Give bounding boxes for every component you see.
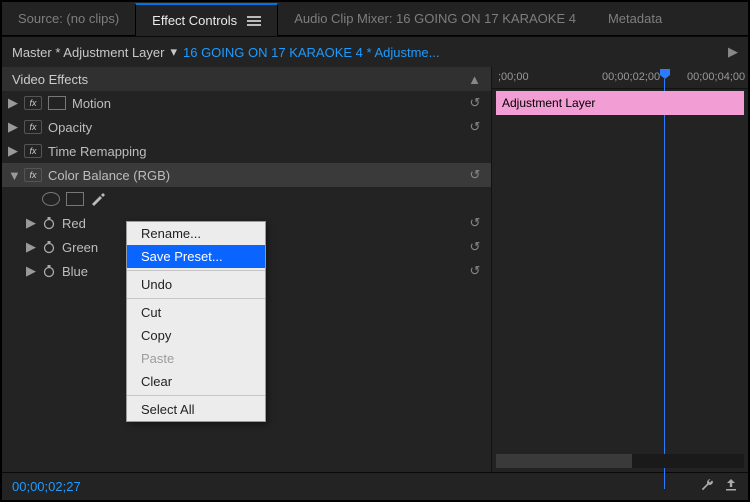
param-green-label: Green bbox=[62, 240, 98, 255]
tab-source-label: Source: (no clips) bbox=[18, 11, 119, 26]
effect-color-balance-label: Color Balance (RGB) bbox=[48, 168, 170, 183]
rectangle-mask-icon[interactable] bbox=[66, 192, 84, 206]
menu-item-undo[interactable]: Undo bbox=[127, 273, 265, 296]
menu-item-select-all[interactable]: Select All bbox=[127, 398, 265, 421]
keyframe-timeline[interactable]: ;00;00 00;00;02;00 00;00;04;00 Adjustmen… bbox=[492, 67, 748, 472]
stopwatch-icon[interactable] bbox=[42, 264, 56, 278]
twirl-icon[interactable]: ▶ bbox=[8, 143, 18, 159]
clip-header-row: Master * Adjustment Layer ▾ 16 GOING ON … bbox=[2, 37, 748, 67]
fx-badge-icon[interactable]: fx bbox=[24, 96, 42, 110]
menu-item-cut[interactable]: Cut bbox=[127, 301, 265, 324]
playhead-icon[interactable] bbox=[660, 69, 670, 79]
tab-effect-controls-label: Effect Controls bbox=[152, 13, 237, 28]
reset-button[interactable]: ↺ bbox=[465, 239, 485, 255]
effect-row-opacity[interactable]: ▶ fx Opacity ↺ bbox=[2, 115, 491, 139]
timeline-clip-bar[interactable]: Adjustment Layer bbox=[496, 91, 744, 115]
export-icon[interactable] bbox=[724, 478, 738, 495]
play-icon[interactable]: ▶ bbox=[728, 44, 738, 60]
current-timecode[interactable]: 00;00;02;27 bbox=[12, 479, 81, 494]
fx-badge-icon[interactable]: fx bbox=[24, 120, 42, 134]
tab-effect-controls[interactable]: Effect Controls bbox=[135, 3, 278, 37]
reset-button[interactable]: ↺ bbox=[465, 167, 485, 183]
footer-tools bbox=[700, 478, 738, 495]
menu-item-clear[interactable]: Clear bbox=[127, 370, 265, 393]
twirl-icon[interactable]: ▶ bbox=[26, 215, 36, 231]
time-tick: ;00;00 bbox=[498, 71, 529, 83]
timeline-clip-label: Adjustment Layer bbox=[502, 96, 595, 110]
tab-metadata[interactable]: Metadata bbox=[592, 2, 678, 36]
master-dropdown[interactable]: Master * Adjustment Layer ▾ bbox=[12, 44, 177, 60]
menu-item-save-preset[interactable]: Save Preset... bbox=[127, 245, 265, 268]
horizontal-scrollbar[interactable] bbox=[496, 454, 744, 468]
tab-source[interactable]: Source: (no clips) bbox=[2, 2, 135, 36]
twirl-icon[interactable]: ▼ bbox=[8, 168, 18, 183]
stopwatch-icon[interactable] bbox=[42, 216, 56, 230]
section-toggle-icon[interactable]: ▲ bbox=[468, 72, 481, 87]
param-red-label: Red bbox=[62, 216, 86, 231]
time-ruler[interactable]: ;00;00 00;00;02;00 00;00;04;00 bbox=[492, 67, 748, 89]
twirl-icon[interactable]: ▶ bbox=[8, 119, 18, 135]
playhead-line bbox=[664, 79, 665, 489]
fx-badge-icon[interactable]: fx bbox=[24, 168, 42, 182]
menu-separator bbox=[127, 298, 265, 299]
reset-button[interactable]: ↺ bbox=[465, 95, 485, 111]
section-video-effects-label: Video Effects bbox=[12, 72, 88, 87]
effect-time-remapping-label: Time Remapping bbox=[48, 144, 147, 159]
twirl-icon[interactable]: ▶ bbox=[26, 263, 36, 279]
tab-metadata-label: Metadata bbox=[608, 11, 662, 26]
effect-row-motion[interactable]: ▶ fx Motion ↺ bbox=[2, 91, 491, 115]
reset-button[interactable]: ↺ bbox=[465, 215, 485, 231]
menu-separator bbox=[127, 395, 265, 396]
effect-row-color-balance[interactable]: ▼ fx Color Balance (RGB) ↺ bbox=[2, 163, 491, 187]
time-tick: 00;00;02;00 bbox=[602, 71, 660, 83]
tab-audio-mixer[interactable]: Audio Clip Mixer: 16 GOING ON 17 KARAOKE… bbox=[278, 2, 592, 36]
section-video-effects: Video Effects ▲ bbox=[2, 67, 491, 91]
twirl-icon[interactable]: ▶ bbox=[26, 239, 36, 255]
effect-controls-panel: Master * Adjustment Layer ▾ 16 GOING ON … bbox=[2, 36, 748, 472]
menu-item-paste: Paste bbox=[127, 347, 265, 370]
effect-row-time-remapping[interactable]: ▶ fx Time Remapping bbox=[2, 139, 491, 163]
panel-tabs: Source: (no clips) Effect Controls Audio… bbox=[2, 2, 748, 36]
effect-opacity-label: Opacity bbox=[48, 120, 92, 135]
stopwatch-icon[interactable] bbox=[42, 240, 56, 254]
reset-button[interactable]: ↺ bbox=[465, 119, 485, 135]
master-label: Master * Adjustment Layer bbox=[12, 45, 164, 60]
motion-transform-icon bbox=[48, 96, 66, 110]
panel-footer: 00;00;02;27 bbox=[2, 472, 748, 500]
mask-tools-row bbox=[2, 187, 491, 211]
time-tick: 00;00;04;00 bbox=[687, 71, 745, 83]
tab-audio-mixer-label: Audio Clip Mixer: 16 GOING ON 17 KARAOKE… bbox=[294, 11, 576, 26]
chevron-down-icon: ▾ bbox=[170, 44, 177, 60]
menu-item-rename[interactable]: Rename... bbox=[127, 222, 265, 245]
scrollbar-thumb[interactable] bbox=[496, 454, 632, 468]
sequence-clip-link[interactable]: 16 GOING ON 17 KARAOKE 4 * Adjustme... bbox=[183, 45, 440, 60]
effect-motion-label: Motion bbox=[72, 96, 111, 111]
ellipse-mask-icon[interactable] bbox=[42, 192, 60, 206]
panel-menu-icon[interactable] bbox=[247, 16, 261, 26]
pen-mask-icon[interactable] bbox=[90, 190, 106, 209]
menu-separator bbox=[127, 270, 265, 271]
twirl-icon[interactable]: ▶ bbox=[8, 95, 18, 111]
param-blue-label: Blue bbox=[62, 264, 88, 279]
wrench-icon[interactable] bbox=[700, 478, 714, 495]
fx-badge-icon[interactable]: fx bbox=[24, 144, 42, 158]
reset-button[interactable]: ↺ bbox=[465, 263, 485, 279]
context-menu: Rename... Save Preset... Undo Cut Copy P… bbox=[126, 221, 266, 422]
menu-item-copy[interactable]: Copy bbox=[127, 324, 265, 347]
